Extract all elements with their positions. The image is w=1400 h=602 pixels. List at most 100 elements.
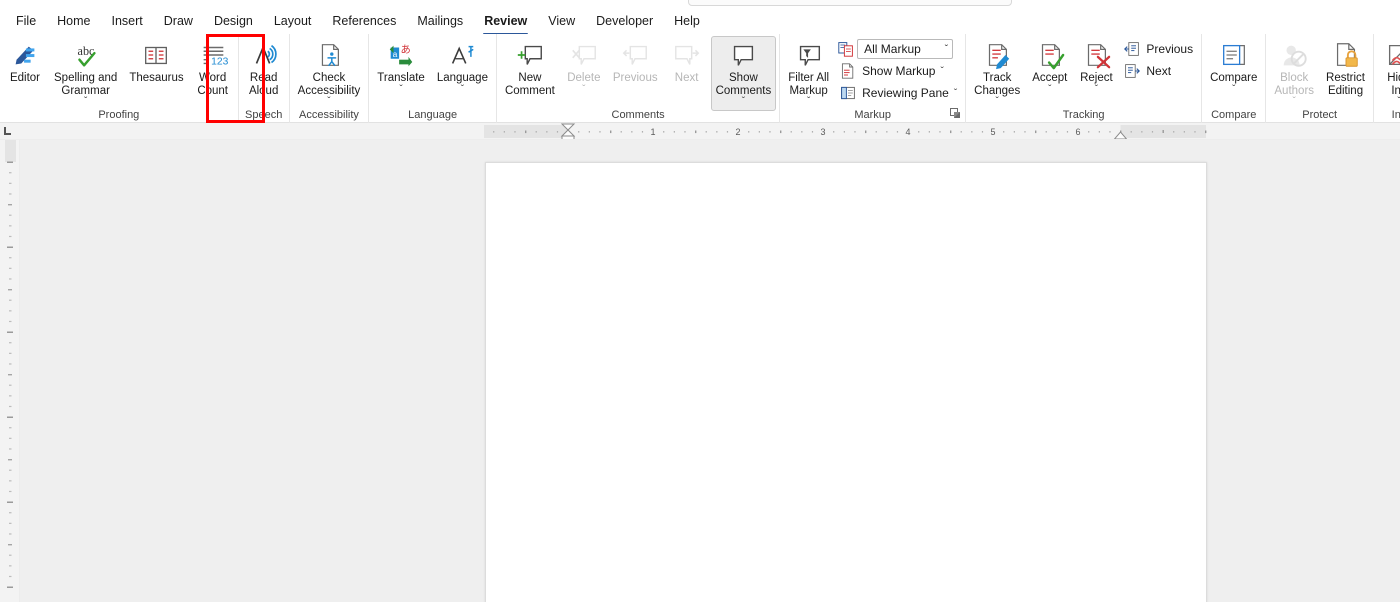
chevron-down-icon[interactable]: ˇ: [84, 97, 87, 108]
button-label: Previous: [612, 72, 658, 84]
restrict-editing-button[interactable]: Restrict Editing: [1321, 36, 1370, 100]
new-comment-icon: [513, 40, 547, 70]
tab-layout[interactable]: Layout: [264, 11, 322, 32]
previous-comment-icon: [618, 40, 652, 70]
tab-review[interactable]: Review: [474, 11, 537, 35]
group-label-text: Protect: [1302, 109, 1338, 121]
button-label: Compare: [1210, 72, 1258, 84]
compare-icon: [1217, 40, 1251, 70]
vertical-ruler[interactable]: [0, 140, 20, 602]
group-body: Hide Inkˇ: [1376, 34, 1400, 108]
horizontal-ruler[interactable]: 1 2 3 4 5 6: [0, 123, 1400, 140]
accept-icon: [1033, 40, 1067, 70]
button-label: Block Authors: [1274, 72, 1315, 97]
filter-all-markup-button[interactable]: Filter All Markup ˇ: [783, 36, 834, 111]
previous-change-icon: [1123, 40, 1141, 58]
svg-text:1: 1: [650, 127, 655, 137]
tab-mailings[interactable]: Mailings: [407, 11, 473, 32]
group-small-controls: All Markup ˇ Show Markup ˇ Reviewing Pane ˇ: [835, 36, 963, 104]
editor-icon: [8, 40, 42, 70]
chevron-down-icon[interactable]: ˇ: [954, 88, 957, 99]
chevron-down-icon[interactable]: ˇ: [996, 97, 999, 108]
group-body: New Comment Delete ˇ Previous Next Show Comme…: [499, 34, 777, 111]
group-body: Track Changes ˇ Accept ˇ Reject ˇ Previous Next: [968, 34, 1199, 108]
button-label: Next: [674, 72, 699, 84]
spelling-icon: abc: [69, 40, 103, 70]
reject-button[interactable]: Reject ˇ: [1074, 36, 1118, 99]
group-small-controls: Previous Next: [1119, 36, 1199, 82]
chevron-down-icon[interactable]: ˇ: [1048, 84, 1051, 96]
button-label: Language: [436, 72, 488, 84]
tab-references[interactable]: References: [322, 11, 406, 32]
translate-button[interactable]: a あ Translate ˇ: [372, 36, 430, 99]
new-comment-button[interactable]: New Comment: [500, 36, 560, 100]
next-change-icon: [1123, 62, 1141, 80]
word-window: File Home Insert Draw Design Layout References…: [0, 0, 1400, 602]
chevron-down-icon[interactable]: ˇ: [742, 97, 745, 108]
tab-view[interactable]: View: [538, 11, 585, 32]
translate-icon: aあ: [384, 40, 418, 70]
check-accessibility-button[interactable]: Check Accessibility ˇ: [293, 36, 366, 111]
display-review-icon: [838, 41, 854, 57]
group-label-comments: Comments: [499, 108, 777, 123]
word-count-button[interactable]: 123 Word Count: [191, 36, 235, 100]
chevron-down-icon[interactable]: ˇ: [1232, 84, 1235, 96]
show-comments-button[interactable]: Show Comments ˇ: [710, 36, 777, 111]
svg-text:123: 123: [211, 56, 228, 67]
document-page[interactable]: [485, 162, 1207, 602]
chevron-down-icon[interactable]: ˇ: [945, 44, 948, 55]
chevron-down-icon[interactable]: ˇ: [807, 97, 810, 108]
chevron-down-icon[interactable]: ˇ: [399, 84, 402, 96]
group-body: Filter All Markup ˇ All Markup ˇ Show Markup…: [782, 34, 963, 108]
group-label-text: Accessibility: [299, 109, 359, 121]
thesaurus-icon: [139, 40, 173, 70]
chevron-down-icon[interactable]: ˇ: [327, 97, 330, 108]
editor-button[interactable]: Editor: [3, 36, 47, 88]
compare-button[interactable]: Compare ˇ: [1205, 36, 1262, 99]
tab-stop-selector[interactable]: [0, 123, 20, 139]
svg-text:3: 3: [820, 127, 825, 137]
read-aloud-button[interactable]: Read Aloud: [242, 36, 286, 100]
ribbon-group-protect: Block Authors ˇ Restrict Editing Protect: [1265, 34, 1373, 123]
search-box[interactable]: [688, 0, 1012, 6]
tab-draw[interactable]: Draw: [154, 11, 203, 32]
show-comments-icon: [726, 40, 760, 70]
tab-design[interactable]: Design: [204, 11, 263, 32]
reviewing-pane-button[interactable]: Reviewing Pane ˇ: [835, 82, 963, 104]
previous-button[interactable]: Previous: [1119, 38, 1199, 60]
accept-button[interactable]: Accept ˇ: [1027, 36, 1072, 99]
ribbon-group-ink: Hide InkˇInk: [1373, 34, 1400, 123]
show-markup-button[interactable]: Show Markup ˇ: [835, 60, 963, 82]
group-label-text: Markup: [854, 109, 892, 121]
button-label: Editor: [9, 72, 41, 84]
group-label-speech: Speech: [241, 108, 287, 123]
button-label: Thesaurus: [129, 72, 184, 84]
hide-ink-button[interactable]: Hide Inkˇ: [1377, 36, 1400, 111]
chevron-down-icon[interactable]: ˇ: [1095, 84, 1098, 96]
group-label-text: Ink: [1391, 109, 1400, 121]
filter-markup-icon: [792, 40, 826, 70]
tab-insert[interactable]: Insert: [102, 11, 153, 32]
dialog-launcher-icon[interactable]: [950, 108, 961, 119]
tab-home[interactable]: Home: [47, 11, 100, 32]
ribbon-group-proofing: Editor abc Spelling and Grammar ˇ Thesaurus 1…: [0, 34, 238, 123]
ribbon: Editor abc Spelling and Grammar ˇ Thesaurus 1…: [0, 34, 1400, 123]
document-canvas[interactable]: [20, 140, 1400, 602]
next-button[interactable]: Next: [1119, 60, 1199, 82]
thesaurus-button[interactable]: Thesaurus: [124, 36, 188, 88]
tab-help[interactable]: Help: [664, 11, 710, 32]
group-label-text: Compare: [1211, 109, 1257, 121]
svg-text:あ: あ: [401, 44, 411, 56]
button-label: Read Aloud: [248, 72, 279, 97]
ribbon-group-accessibility: Check Accessibility ˇ Accessibility: [288, 34, 369, 123]
group-label-text: Speech: [245, 109, 283, 121]
spelling-and-grammar-button[interactable]: abc Spelling and Grammar ˇ: [49, 36, 122, 111]
tab-developer[interactable]: Developer: [586, 11, 663, 32]
track-changes-button[interactable]: Track Changes ˇ: [969, 36, 1025, 111]
chevron-down-icon[interactable]: ˇ: [940, 66, 943, 77]
group-body: Check Accessibility ˇ: [292, 34, 367, 108]
chevron-down-icon[interactable]: ˇ: [461, 84, 464, 96]
tab-file[interactable]: File: [6, 11, 46, 32]
display-for-review-dropdown[interactable]: All Markup ˇ: [857, 39, 954, 59]
language-button[interactable]: Language ˇ: [432, 36, 493, 99]
